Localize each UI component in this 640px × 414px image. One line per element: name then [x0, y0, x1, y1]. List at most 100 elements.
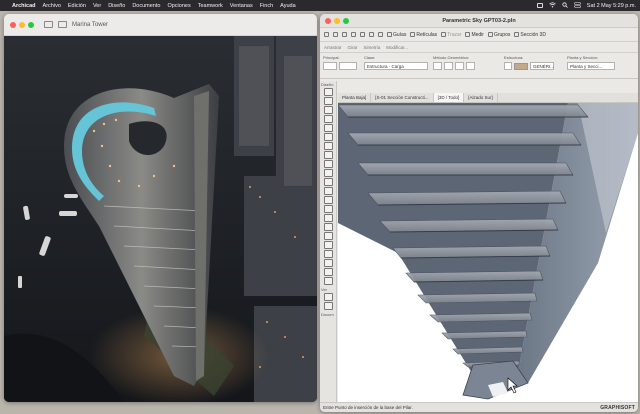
main-label: Principal:	[323, 55, 340, 60]
standard-toolbar: Guías Retículas Trazar Medir Grupos Secc…	[320, 28, 638, 42]
move-button[interactable]: Arrastrar	[324, 45, 342, 50]
class-field[interactable]: Estructura - Carga	[364, 62, 428, 70]
status-hint: Entre Punto de inserción de la base del …	[323, 405, 413, 410]
zoom-window-button[interactable]	[28, 21, 34, 28]
layers-icon[interactable]	[360, 32, 365, 37]
tab-3d-todo[interactable]: [3D / Todo]	[433, 93, 465, 102]
element-type-field[interactable]	[323, 62, 337, 70]
pen-icon[interactable]	[369, 32, 374, 37]
object-tool-icon[interactable]	[324, 196, 333, 204]
corner-window-tool-icon[interactable]	[324, 250, 333, 258]
menu-finch[interactable]: Finch	[260, 3, 273, 9]
minimize-window-button[interactable]	[334, 17, 340, 24]
inject-icon[interactable]	[351, 32, 356, 37]
morph-tool-icon[interactable]	[324, 187, 333, 195]
guides-button[interactable]: Guías	[387, 32, 406, 38]
undo-icon[interactable]	[324, 32, 329, 37]
roof-tool-icon[interactable]	[324, 142, 333, 150]
opening-tool-icon[interactable]	[324, 232, 333, 240]
lamp-tool-icon[interactable]	[324, 223, 333, 231]
close-window-button[interactable]	[10, 21, 16, 28]
wall-end-tool-icon[interactable]	[324, 259, 333, 267]
geometry-method-4[interactable]	[466, 62, 475, 70]
minimize-window-button[interactable]	[19, 21, 25, 28]
window-title: Parametric Sky GPT03-2.pln	[442, 17, 516, 24]
edit-toolbar: Arrastrar Girar Simetría Modificar...	[320, 42, 638, 53]
pick-icon[interactable]	[342, 32, 347, 37]
geometry-method-2[interactable]	[444, 62, 453, 70]
zone-tool-icon[interactable]	[324, 205, 333, 213]
zoom-window-button[interactable]	[343, 17, 349, 24]
close-window-button[interactable]	[325, 17, 331, 24]
menu-teamwork[interactable]: Teamwork	[198, 3, 223, 9]
toolbox-view-label: Ver	[321, 287, 328, 292]
beam-2-tool-icon[interactable]	[324, 268, 333, 276]
preview-title: Marina Tower	[72, 21, 108, 28]
slab-tool-icon[interactable]	[324, 133, 333, 141]
measure-button[interactable]: Medir	[465, 32, 484, 38]
tab-alzado-sur[interactable]: [Alzado Sur]	[464, 93, 498, 102]
menu-ayuda[interactable]: Ayuda	[280, 3, 296, 9]
clock[interactable]: Sat 2 May 5:29 p.m.	[587, 3, 636, 9]
section-3d-button[interactable]: Sección 3D	[514, 32, 546, 38]
menu-bar: Archicad Archivo Edición Ver Diseño Docu…	[0, 0, 640, 11]
grids-button[interactable]: Retículas	[410, 32, 437, 38]
menu-documento[interactable]: Documento	[132, 3, 160, 9]
stair-tool-icon[interactable]	[324, 160, 333, 168]
toolbox-design-label: Diseño	[321, 82, 334, 87]
sidebar-toggle-icon[interactable]	[44, 21, 53, 28]
structure-checkbox[interactable]	[504, 62, 512, 70]
graphisoft-logo: GRAPHISOFT	[600, 404, 635, 411]
control-center-icon[interactable]	[573, 1, 581, 10]
menu-opciones[interactable]: Opciones	[167, 3, 190, 9]
preview-titlebar: Marina Tower	[4, 14, 317, 36]
menu-ventanas[interactable]: Ventanas	[230, 3, 253, 9]
3d-viewport[interactable]	[338, 103, 638, 402]
menu-ver[interactable]: Ver	[93, 3, 101, 9]
archicad-titlebar: Parametric Sky GPT03-2.pln	[320, 14, 638, 28]
menu-archivo[interactable]: Archivo	[43, 3, 61, 9]
search-icon[interactable]	[562, 1, 568, 10]
material-field[interactable]: GENÉRI...	[530, 62, 554, 70]
material-swatch[interactable]	[514, 62, 528, 70]
elevation-tool-icon[interactable]	[324, 302, 333, 310]
column-tool-icon[interactable]	[324, 115, 333, 123]
skylight-tool-icon[interactable]	[324, 241, 333, 249]
wall-tool-icon[interactable]	[324, 88, 333, 96]
geometry-method-1[interactable]	[433, 62, 442, 70]
modify-button[interactable]: Modificar...	[386, 45, 408, 50]
tab-planta-baja[interactable]: Planta Baja]	[338, 93, 372, 102]
tab-seccion-constructiva[interactable]: [S-01 Sección Constructi...	[371, 93, 434, 102]
status-bar: Entre Punto de inserción de la base del …	[320, 402, 638, 412]
view-mode-icon[interactable]	[58, 21, 67, 28]
menu-diseno[interactable]: Diseño	[108, 3, 125, 9]
groups-button[interactable]: Grupos	[487, 32, 510, 38]
shell-tool-icon[interactable]	[324, 151, 333, 159]
mesh-tool-icon[interactable]	[324, 214, 333, 222]
preview-window: Marina Tower	[4, 14, 317, 402]
class-label: Clase:	[364, 55, 376, 60]
rotate-button[interactable]: Girar	[348, 45, 358, 50]
battery-icon[interactable]	[536, 3, 543, 8]
view-tabs: Planta Baja] [S-01 Sección Constructi...…	[338, 93, 638, 103]
layer-field[interactable]	[339, 62, 357, 70]
beam-tool-icon[interactable]	[324, 124, 333, 132]
redo-icon[interactable]	[333, 32, 338, 37]
fill-icon[interactable]	[378, 32, 383, 37]
floorplan-field[interactable]: Planta y Secci...	[567, 62, 615, 70]
tower-render-image	[4, 36, 317, 402]
column-2-tool-icon[interactable]	[324, 277, 333, 285]
door-tool-icon[interactable]	[324, 97, 333, 105]
window-tool-icon[interactable]	[324, 106, 333, 114]
menu-app[interactable]: Archicad	[12, 3, 36, 9]
curtain-wall-tool-icon[interactable]	[324, 178, 333, 186]
wifi-icon[interactable]	[549, 1, 556, 10]
trace-button[interactable]: Trazar	[441, 32, 461, 38]
floorplan-label: Planta y Sección:	[567, 55, 598, 60]
archicad-window: Parametric Sky GPT03-2.pln Guías Retícul…	[320, 14, 638, 412]
section-tool-icon[interactable]	[324, 293, 333, 301]
geometry-method-3[interactable]	[455, 62, 464, 70]
menu-edicion[interactable]: Edición	[68, 3, 86, 9]
mirror-button[interactable]: Simetría	[364, 45, 381, 50]
railing-tool-icon[interactable]	[324, 169, 333, 177]
